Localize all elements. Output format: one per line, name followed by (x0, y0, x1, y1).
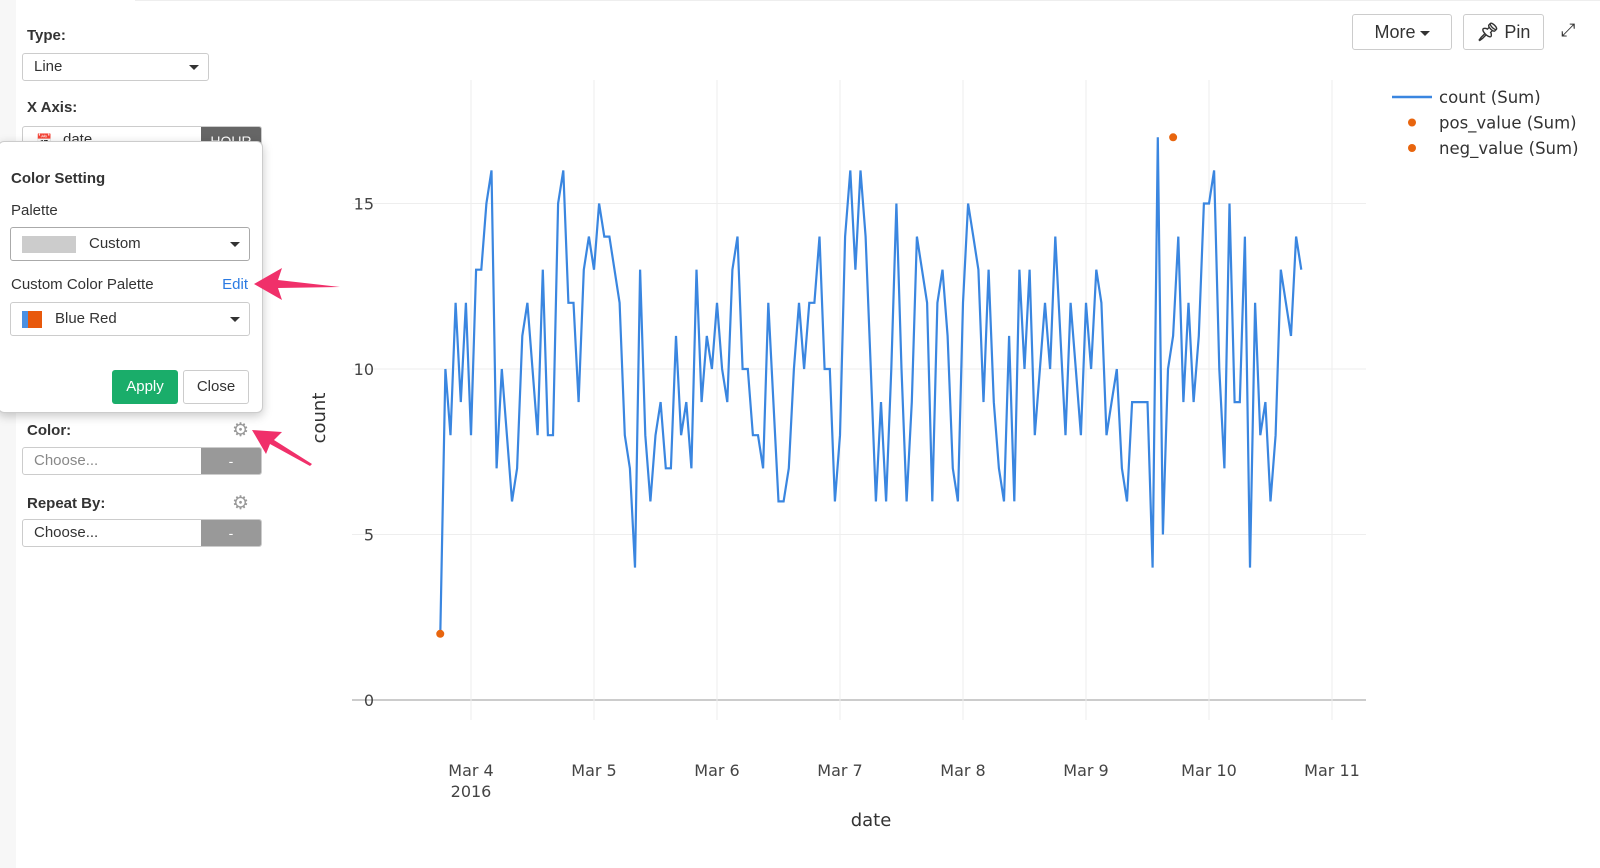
count-sum-line (439, 137, 1303, 634)
x-tick-labels: Mar 4 2016 Mar 5 Mar 6 Mar 7 Mar 8 Mar 9 Mar 10… (448, 761, 1360, 801)
legend-label: count (Sum) (1439, 88, 1541, 107)
y-axis-title: count (309, 393, 330, 444)
line-chart: 051015 Mar 42016Mar 5 Mar 6 Mar 7 Mar 8 Mar … (309, 80, 1579, 831)
legend: count (Sum) pos_value (Sum) neg_value (Sum… (1392, 88, 1579, 159)
x-axis-title: date (851, 810, 892, 831)
x-tick-label: Mar 4 (448, 761, 493, 780)
pos-value-marker (436, 629, 445, 638)
legend-marker-swatch (1408, 144, 1416, 152)
x-tick-label: Mar 8 (940, 761, 985, 780)
y-tick-labels: 0 5 10 15 (354, 195, 374, 711)
y-tick-label: 10 (354, 360, 374, 379)
y-tick-label: 5 (364, 526, 374, 545)
series-layer (436, 133, 1303, 638)
legend-label: neg_value (Sum) (1439, 139, 1579, 159)
x-tick-label: Mar 6 (694, 761, 739, 780)
y-tick-label: 0 (364, 691, 374, 710)
x-tick-sublabel: 2016 (451, 782, 492, 801)
pos-value-marker (1169, 133, 1178, 142)
x-tick-label: Mar 7 (817, 761, 862, 780)
legend-label: pos_value (Sum) (1439, 114, 1577, 134)
x-tick-label: Mar 11 (1304, 761, 1360, 780)
legend-marker-swatch (1408, 118, 1416, 127)
x-tick-label: Mar 9 (1063, 761, 1108, 780)
x-tick-label: Mar 5 (571, 761, 616, 780)
x-tick-label: Mar 10 (1181, 761, 1237, 780)
y-tick-label: 15 (354, 195, 374, 214)
